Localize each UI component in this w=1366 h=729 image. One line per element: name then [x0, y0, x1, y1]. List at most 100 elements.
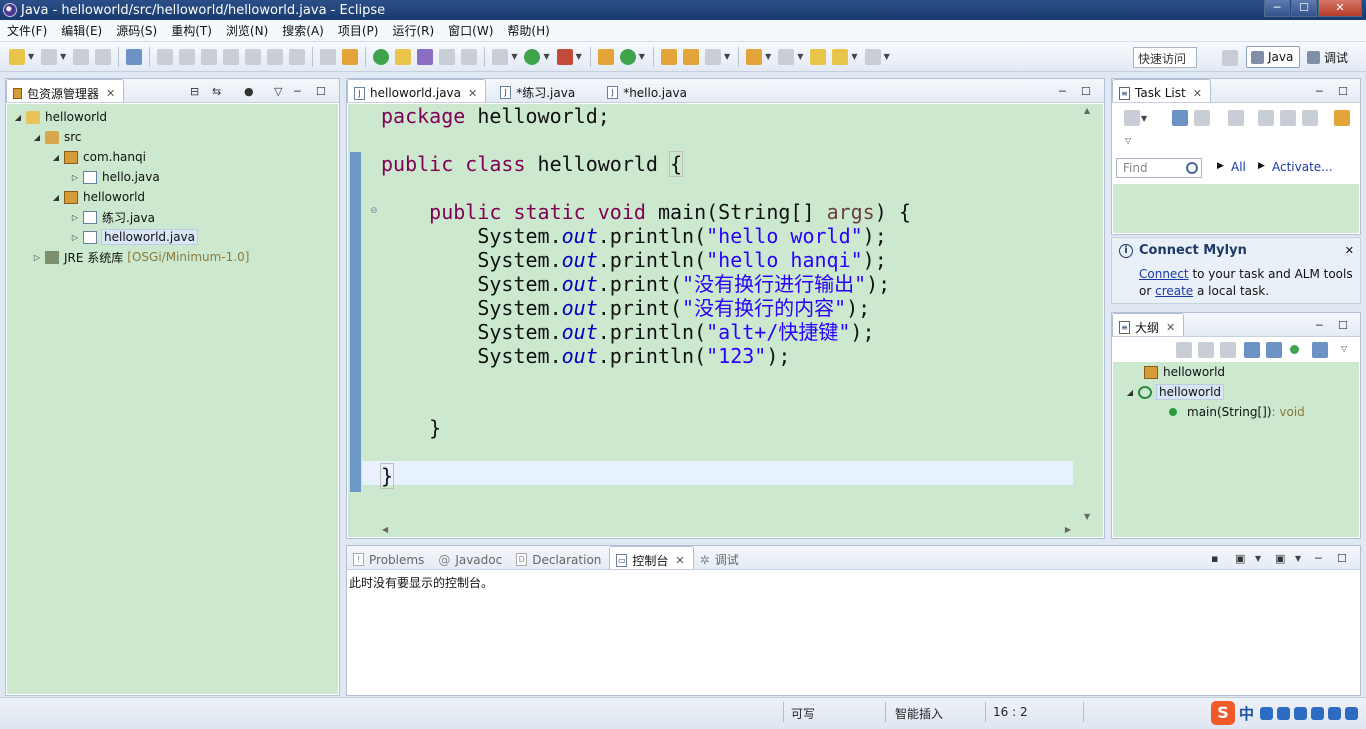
- code-editor[interactable]: ⊖ package helloworld; public class hello…: [348, 104, 1103, 537]
- activate-task-link[interactable]: Activate...: [1272, 160, 1333, 174]
- ime-tools-icon[interactable]: [1345, 706, 1358, 720]
- outline-item-method[interactable]: main(String[]) : void: [1113, 402, 1359, 422]
- maximize-icon[interactable]: ☐: [316, 85, 326, 98]
- tree-item-project[interactable]: ◢ helloworld: [7, 107, 338, 127]
- code-line[interactable]: [381, 368, 1073, 392]
- minimize-icon[interactable]: ─: [1315, 552, 1322, 565]
- step-over-icon[interactable]: [267, 48, 284, 65]
- collapse-all-icon[interactable]: ⊟: [190, 85, 199, 98]
- paragraph-icon[interactable]: [461, 48, 478, 65]
- breadcrumb-icon[interactable]: [342, 48, 359, 65]
- code-line[interactable]: [381, 176, 1073, 200]
- forward-icon[interactable]: [864, 48, 881, 65]
- synchronize-icon[interactable]: [1280, 110, 1296, 126]
- tree-item-java-file[interactable]: ▷ hello.java: [7, 167, 338, 187]
- ime-keyboard-icon[interactable]: [1294, 706, 1307, 720]
- menu-search[interactable]: 搜索(A): [275, 22, 331, 39]
- code-line[interactable]: System.out.println("alt+/快捷键");: [381, 320, 1073, 344]
- menu-project[interactable]: 项目(P): [331, 22, 386, 39]
- chevron-down-icon[interactable]: ▼: [851, 52, 857, 61]
- chevron-down-icon[interactable]: ▼: [765, 52, 771, 61]
- menu-window[interactable]: 窗口(W): [441, 22, 500, 39]
- scroll-left-icon[interactable]: ◀: [382, 525, 388, 534]
- ime-language-indicator[interactable]: 中: [1239, 703, 1254, 724]
- last-edit-icon[interactable]: [810, 48, 827, 65]
- all-filter-link[interactable]: All: [1231, 160, 1246, 174]
- code-line[interactable]: [381, 440, 1073, 464]
- chevron-down-icon[interactable]: ▼: [1141, 114, 1147, 123]
- horizontal-scrollbar[interactable]: ◀ ▶: [362, 523, 1073, 537]
- tab-package-explorer[interactable]: 包资源管理器 ✕: [6, 79, 125, 102]
- link-with-editor-icon[interactable]: ⇆: [212, 85, 221, 98]
- expanded-arrow-icon[interactable]: ◢: [32, 133, 42, 142]
- close-icon[interactable]: ✕: [468, 87, 477, 100]
- code-line[interactable]: System.out.println("hello hanqi");: [381, 248, 1073, 272]
- quick-access-input[interactable]: 快速访问: [1133, 47, 1197, 68]
- skip-breakpoints-icon[interactable]: [126, 48, 143, 65]
- outline-item-package[interactable]: helloworld: [1113, 362, 1359, 382]
- chevron-down-icon[interactable]: ▼: [884, 52, 890, 61]
- collapsed-arrow-icon[interactable]: ▷: [70, 233, 80, 242]
- new-task-icon[interactable]: [1124, 110, 1140, 126]
- back-icon[interactable]: [832, 48, 849, 65]
- code-line[interactable]: [381, 392, 1073, 416]
- toggle-ant-icon[interactable]: [320, 48, 337, 65]
- close-icon[interactable]: ✕: [1193, 87, 1202, 100]
- close-icon[interactable]: ✕: [675, 554, 684, 567]
- chevron-down-icon[interactable]: ▼: [1255, 554, 1261, 563]
- ime-punctuation-icon[interactable]: [1277, 706, 1290, 720]
- code-line[interactable]: System.out.println("123");: [381, 344, 1073, 368]
- perspective-debug-button[interactable]: 调试: [1305, 46, 1348, 68]
- code-line[interactable]: public static void main(String[] args) {: [381, 200, 1073, 224]
- categorized-icon[interactable]: [1172, 110, 1188, 126]
- focus-icon[interactable]: [1176, 342, 1192, 358]
- previous-annotation-icon[interactable]: [778, 48, 795, 65]
- sogou-ime-icon[interactable]: S: [1210, 701, 1235, 725]
- connect-link[interactable]: Connect: [1139, 267, 1189, 281]
- step-into-icon[interactable]: [245, 48, 262, 65]
- step-return-icon[interactable]: [289, 48, 306, 65]
- view-menu-icon[interactable]: ▽: [1125, 136, 1131, 145]
- hide-completed-icon[interactable]: [1258, 110, 1274, 126]
- expanded-arrow-icon[interactable]: ◢: [1125, 388, 1135, 397]
- code-line[interactable]: }: [381, 416, 1073, 440]
- tree-item-package[interactable]: ◢ com.hanqi: [7, 147, 338, 167]
- scroll-down-icon[interactable]: ▼: [1084, 512, 1090, 521]
- tab-debug[interactable]: ✲ 调试: [694, 546, 747, 569]
- maximize-icon[interactable]: ☐: [1081, 85, 1091, 98]
- highlight-icon[interactable]: [395, 48, 412, 65]
- disconnect-icon[interactable]: [223, 48, 240, 65]
- ime-halfwidth-icon[interactable]: [1260, 706, 1273, 720]
- tree-item-jre-library[interactable]: ▷ JRE 系统库 [OSGi/Minimum-1.0]: [7, 247, 338, 267]
- minimize-icon[interactable]: ─: [1316, 85, 1323, 98]
- fold-collapse-icon[interactable]: ⊖: [370, 206, 378, 216]
- tree-item-src[interactable]: ◢ src: [7, 127, 338, 147]
- code-line[interactable]: }: [379, 463, 1073, 489]
- close-button[interactable]: ✕: [1318, 0, 1362, 17]
- ime-skin-icon[interactable]: [1328, 706, 1341, 720]
- menu-run[interactable]: 运行(R): [385, 22, 441, 39]
- tab-javadoc[interactable]: @ Javadoc: [432, 546, 510, 569]
- chevron-down-icon[interactable]: ▼: [639, 52, 645, 61]
- chevron-down-icon[interactable]: ▼: [576, 52, 582, 61]
- menu-edit[interactable]: 编辑(E): [54, 22, 109, 39]
- collapsed-arrow-icon[interactable]: ▷: [70, 173, 80, 182]
- menu-refactor[interactable]: 重构(T): [164, 22, 219, 39]
- tab-problems[interactable]: ! Problems: [347, 546, 432, 569]
- chevron-down-icon[interactable]: ▼: [1295, 554, 1301, 563]
- code-line[interactable]: [381, 128, 1073, 152]
- external-tools-icon[interactable]: [556, 48, 573, 65]
- code-text[interactable]: package helloworld; public class hellowo…: [379, 104, 1073, 489]
- vertical-scrollbar[interactable]: ▲ ▼: [1073, 104, 1103, 523]
- minimize-icon[interactable]: ─: [294, 85, 301, 98]
- show-whitespace-icon[interactable]: [439, 48, 456, 65]
- close-icon[interactable]: ✕: [1345, 244, 1354, 257]
- code-line[interactable]: public class helloworld {: [381, 151, 1073, 177]
- ime-user-icon[interactable]: [1311, 706, 1324, 720]
- code-line[interactable]: package helloworld;: [381, 104, 1073, 128]
- view-menu-icon[interactable]: ▽: [1341, 344, 1347, 353]
- expanded-arrow-icon[interactable]: ◢: [13, 113, 23, 122]
- tab-outline[interactable]: ≡ 大纲 ✕: [1112, 313, 1185, 336]
- tree-item-package[interactable]: ◢ helloworld: [7, 187, 338, 207]
- debug-icon[interactable]: [492, 48, 509, 65]
